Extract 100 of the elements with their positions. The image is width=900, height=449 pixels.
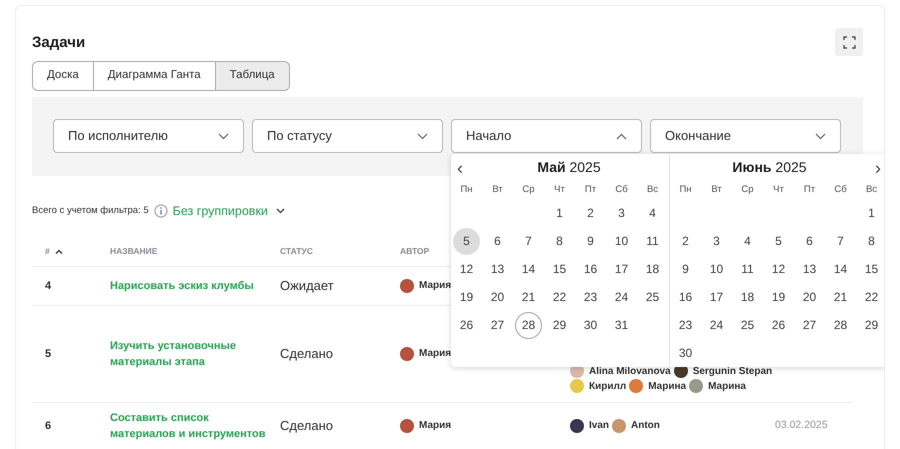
calendar-day[interactable]: 4 (639, 200, 666, 226)
calendar-day[interactable]: 10 (703, 256, 730, 282)
calendar-day[interactable]: 30 (672, 340, 699, 366)
chevron-down-icon (218, 132, 229, 140)
previous-month-button[interactable]: ‹ (451, 158, 469, 176)
weekday-label: Вс (646, 182, 660, 197)
calendar-day[interactable]: 6 (796, 228, 823, 254)
calendar-day[interactable]: 28 (827, 312, 854, 338)
calendar-day[interactable]: 27 (484, 312, 511, 338)
calendar-day[interactable]: 28 (515, 312, 542, 338)
calendar-day[interactable]: 19 (453, 284, 480, 310)
calendar-day[interactable]: 9 (577, 228, 604, 254)
calendar-day[interactable]: 18 (734, 284, 761, 310)
calendar-day[interactable]: 3 (703, 228, 730, 254)
weekday-label: Пн (678, 182, 693, 197)
filter-dropdown[interactable]: Окончание (650, 119, 841, 153)
filter-count: Всего с учетом фильтра: 5 (32, 204, 149, 218)
weekday-label: Сб (614, 182, 629, 197)
calendar-day[interactable]: 18 (639, 256, 666, 282)
calendar-day[interactable]: 12 (765, 256, 792, 282)
calendar-day[interactable]: 2 (577, 200, 604, 226)
calendar-day[interactable]: 19 (765, 284, 792, 310)
person-name: Ivan (589, 419, 610, 434)
calendar-day[interactable]: 8 (858, 228, 884, 254)
calendar-day[interactable]: 23 (577, 284, 604, 310)
next-month-button[interactable]: › (869, 158, 884, 176)
calendar-day[interactable]: 6 (484, 228, 511, 254)
calendar-day[interactable]: 21 (827, 284, 854, 310)
fullscreen-button[interactable] (835, 28, 863, 56)
weekday-label: Ср (521, 182, 536, 197)
weekday-label: Ср (740, 182, 755, 197)
calendar-day[interactable]: 22 (858, 284, 884, 310)
calendar-day[interactable]: 20 (796, 284, 823, 310)
calendar-day[interactable]: 15 (858, 256, 884, 282)
calendar-day[interactable]: 25 (734, 312, 761, 338)
sort-up-icon[interactable] (54, 248, 63, 254)
calendar-day[interactable]: 3 (608, 200, 635, 226)
status-text: Сделано (280, 345, 333, 363)
calendar-day[interactable]: 5 (453, 228, 480, 254)
calendar-day[interactable]: 24 (608, 284, 635, 310)
person-name: Мария (419, 419, 452, 434)
calendar-day[interactable]: 31 (608, 312, 635, 338)
calendar-day[interactable]: 11 (734, 256, 761, 282)
person-name: Кирилл (589, 380, 626, 394)
weekday-label: Пт (584, 182, 598, 197)
calendar-day[interactable]: 17 (703, 284, 730, 310)
filter-dropdown[interactable]: Начало (451, 119, 642, 153)
row-number: 4 (45, 278, 52, 294)
calendar-day[interactable]: 2 (672, 228, 699, 254)
calendar-day[interactable]: 13 (796, 256, 823, 282)
calendar-day[interactable]: 25 (639, 284, 666, 310)
calendar-day[interactable]: 20 (484, 284, 511, 310)
info-icon[interactable] (154, 204, 168, 218)
person-name: Alina Milovanova (589, 364, 671, 379)
month-title: Май 2025 (536, 158, 602, 177)
calendar-day[interactable]: 10 (608, 228, 635, 254)
filter-dropdown[interactable]: По статусу (252, 119, 443, 153)
calendar-day[interactable]: 1 (546, 200, 573, 226)
chevron-down-icon (417, 132, 428, 140)
calendar-day[interactable]: 17 (608, 256, 635, 282)
weekday-label: Вт (491, 182, 504, 197)
calendar-day[interactable]: 21 (515, 284, 542, 310)
person-name: Марина (648, 380, 686, 394)
weekday-label: Чт (553, 182, 566, 197)
calendar-day[interactable]: 12 (453, 256, 480, 282)
filter-dropdown[interactable]: По исполнителю (53, 119, 244, 153)
calendar-day[interactable]: 14 (827, 256, 854, 282)
month-title: Июнь 2025 (731, 158, 808, 177)
calendar-day[interactable]: 29 (546, 312, 573, 338)
calendar-day[interactable]: 16 (577, 256, 604, 282)
weekday-label: Пт (802, 182, 816, 197)
person-name: Марина (708, 380, 746, 394)
view-tab[interactable]: Таблица (216, 62, 289, 90)
calendar-day[interactable]: 29 (858, 312, 884, 338)
calendar-day[interactable]: 9 (672, 256, 699, 282)
calendar-day[interactable]: 30 (577, 312, 604, 338)
calendar-day[interactable]: 26 (453, 312, 480, 338)
weekday-label: Вс (864, 182, 878, 197)
chevron-up-icon (616, 132, 627, 140)
calendar-day[interactable]: 13 (484, 256, 511, 282)
page-title: Задачи (32, 34, 86, 52)
calendar-day[interactable]: 5 (765, 228, 792, 254)
column-header[interactable]: # (45, 244, 50, 258)
view-tab[interactable]: Доска (33, 62, 94, 90)
calendar-day[interactable]: 23 (672, 312, 699, 338)
calendar-day[interactable]: 4 (734, 228, 761, 254)
calendar-day[interactable]: 7 (827, 228, 854, 254)
calendar-day[interactable]: 11 (639, 228, 666, 254)
calendar-day[interactable]: 26 (765, 312, 792, 338)
calendar-day[interactable]: 1 (858, 200, 884, 226)
calendar-day[interactable]: 16 (672, 284, 699, 310)
calendar-day[interactable]: 15 (546, 256, 573, 282)
calendar-day[interactable]: 14 (515, 256, 542, 282)
calendar-day[interactable]: 24 (703, 312, 730, 338)
calendar-day[interactable]: 22 (546, 284, 573, 310)
calendar-day[interactable]: 27 (796, 312, 823, 338)
calendar-day[interactable]: 8 (546, 228, 573, 254)
status-text: Ожидает (280, 277, 334, 295)
person-name: Anton (631, 419, 660, 434)
calendar-day[interactable]: 7 (515, 228, 542, 254)
